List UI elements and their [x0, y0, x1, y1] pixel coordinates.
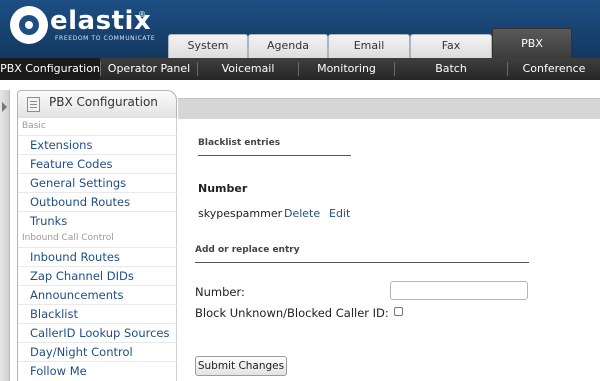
blacklist-entry-number: skypespammer: [198, 207, 283, 220]
number-input[interactable]: [390, 281, 528, 300]
tab-agenda[interactable]: Agenda: [248, 34, 328, 58]
chevron-right-icon: [2, 102, 7, 112]
sidebar-item-outbound-routes[interactable]: Outbound Routes: [18, 192, 177, 211]
sidebar-item-general-settings[interactable]: General Settings: [18, 173, 177, 192]
module-menu-bar: PBX Configuration Operator Panel Voicema…: [0, 58, 600, 97]
sidebar-item-callerid-lookup-sources[interactable]: CallerID Lookup Sources: [18, 323, 177, 342]
number-column-header: Number: [198, 182, 248, 195]
add-entry-section-title: Add or replace entry: [195, 245, 300, 255]
tab-fax[interactable]: Fax: [410, 34, 492, 58]
brand-tagline: FREEDOM TO COMMUNICATE: [55, 35, 156, 42]
sidebar: Basic Extensions Feature Codes General S…: [17, 118, 177, 381]
menu-operator-panel[interactable]: Operator Panel: [101, 58, 197, 80]
sidebar-item-follow-me[interactable]: Follow Me: [18, 361, 177, 380]
sidebar-item-blacklist[interactable]: Blacklist: [18, 304, 177, 323]
tab-email[interactable]: Email: [328, 34, 410, 58]
edit-entry-link[interactable]: Edit: [329, 207, 350, 220]
elastix-logo-icon: [10, 6, 48, 44]
block-unknown-label: Block Unknown/Blocked Caller ID:: [195, 306, 389, 320]
sidebar-item-zap-channel-dids[interactable]: Zap Channel DIDs: [18, 266, 177, 285]
number-field-label: Number:: [195, 285, 245, 299]
sidebar-toggle-handle[interactable]: [0, 90, 10, 381]
document-icon: [27, 97, 40, 112]
menu-conference[interactable]: Conference: [508, 58, 600, 80]
section-divider: [198, 155, 351, 156]
sidebar-item-trunks[interactable]: Trunks: [18, 211, 177, 230]
top-tabs: System Agenda Email Fax PBX: [168, 28, 600, 58]
content-header-band: [178, 98, 600, 119]
menu-pbx-configuration[interactable]: PBX Configuration: [0, 58, 100, 80]
block-unknown-checkbox[interactable]: [394, 307, 403, 316]
tab-system[interactable]: System: [168, 34, 248, 58]
section-divider: [195, 262, 529, 263]
menu-voicemail[interactable]: Voicemail: [198, 58, 298, 80]
main-content: Blacklist entries Number skypespammer De…: [178, 118, 600, 381]
sidebar-item-inbound-routes[interactable]: Inbound Routes: [18, 247, 177, 266]
blacklist-section-title: Blacklist entries: [198, 138, 281, 148]
sidebar-item-extensions[interactable]: Extensions: [18, 135, 177, 154]
menu-batch-configurations[interactable]: Batch Configurations: [395, 58, 507, 97]
submit-changes-button[interactable]: Submit Changes: [195, 356, 287, 376]
menu-monitoring[interactable]: Monitoring: [299, 58, 394, 80]
sidebar-item-day-night-control[interactable]: Day/Night Control: [18, 342, 177, 361]
app-header: elastix ® FREEDOM TO COMMUNICATE System …: [0, 0, 600, 58]
module-title: PBX Configuration: [49, 95, 158, 109]
module-title-tab: PBX Configuration: [17, 90, 177, 118]
tab-pbx[interactable]: PBX: [492, 28, 572, 58]
delete-entry-link[interactable]: Delete: [284, 207, 320, 220]
sidebar-item-announcements[interactable]: Announcements: [18, 285, 177, 304]
sidebar-group-inbound: Inbound Call Control: [22, 233, 114, 243]
sidebar-item-feature-codes[interactable]: Feature Codes: [18, 154, 177, 173]
registered-mark: ®: [138, 10, 146, 19]
sidebar-group-basic: Basic: [22, 121, 46, 131]
brand-name: elastix: [50, 6, 152, 36]
